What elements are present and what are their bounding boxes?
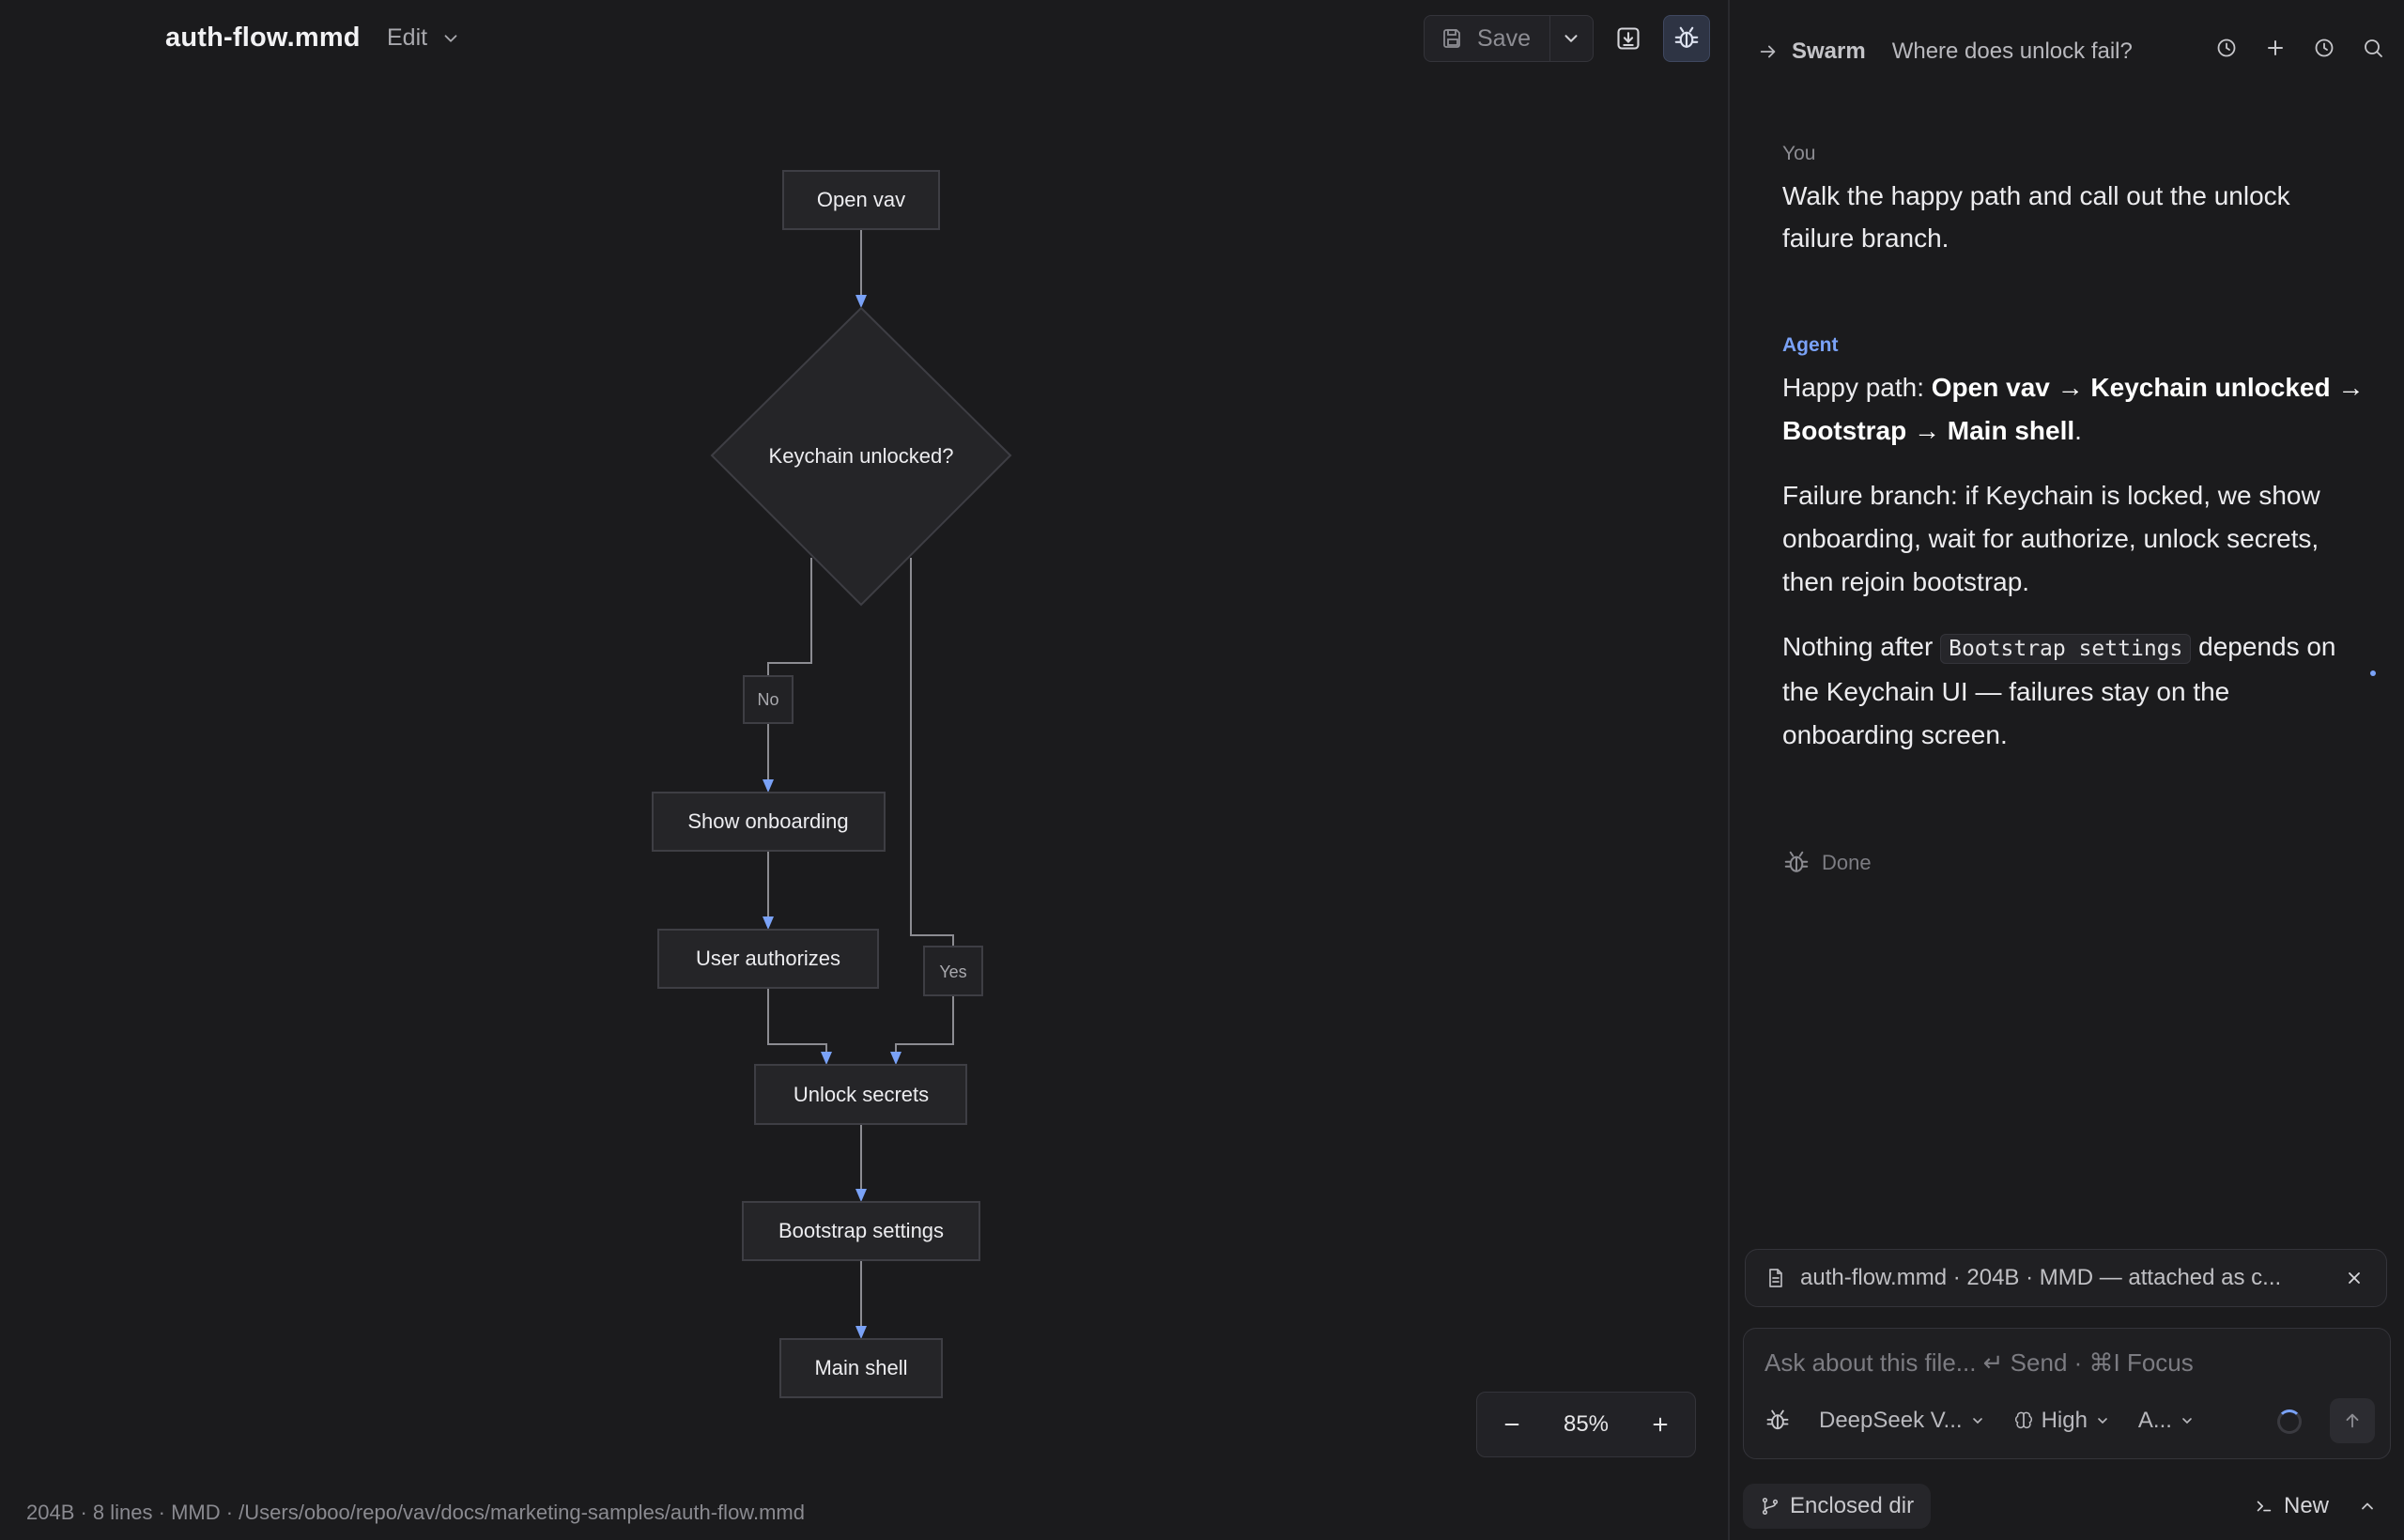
zoom-level: 85% <box>1563 1411 1610 1437</box>
loading-spinner-icon <box>2277 1409 2302 1434</box>
zoom-out-button[interactable] <box>1496 1409 1528 1440</box>
agent-text: . <box>2074 416 2082 445</box>
swarm-link[interactable]: Swarm <box>1758 38 1866 65</box>
composer: DeepSeek V... High A... <box>1743 1328 2391 1459</box>
node-open-vav-label: Open vav <box>817 188 905 211</box>
agent-paragraph-1: Happy path: Open vav → Keychain unlocked… <box>1782 366 2365 453</box>
chat-header-actions <box>2214 36 2385 60</box>
edge-label-yes: Yes <box>923 946 983 996</box>
user-message: Walk the happy path and call out the unl… <box>1782 181 2290 253</box>
file-icon <box>1769 1269 1782 1287</box>
node-user-authorizes[interactable]: User authorizes <box>657 929 879 989</box>
node-main-shell-label: Main shell <box>814 1356 907 1379</box>
history-button[interactable] <box>2214 36 2239 60</box>
chevron-down-icon <box>2098 1418 2107 1424</box>
status-bar: 204B · 8 lines · MMD · /Users/oboo/repo/… <box>26 1501 805 1524</box>
node-unlock-secrets-label: Unlock secrets <box>794 1083 929 1106</box>
minus-icon <box>1504 1423 1519 1426</box>
node-main-shell[interactable]: Main shell <box>779 1338 943 1398</box>
edge-open-to-keychain <box>855 229 867 308</box>
agent-paragraph-3: Nothing after Bootstrap settings depends… <box>1782 625 2365 757</box>
agent-role-label: Agent <box>1782 334 1839 356</box>
node-show-onboarding[interactable]: Show onboarding <box>652 792 886 852</box>
arrow-up-icon <box>2346 1413 2359 1428</box>
new-session-button[interactable]: New <box>2254 1493 2329 1519</box>
clock-icon <box>2315 38 2334 57</box>
clock-icon <box>2217 38 2236 57</box>
edge-bootstrap-to-main <box>855 1260 867 1339</box>
edge-unlock-to-bootstrap <box>855 1124 867 1202</box>
edge-label-no: No <box>743 675 794 724</box>
chat-header: Swarm Where does unlock fail? <box>1758 36 2385 68</box>
edge-authorizes-to-unlock <box>767 988 832 1065</box>
composer-toolbar: DeepSeek V... High A... <box>1764 1398 2375 1443</box>
collapse-button[interactable] <box>2355 1494 2380 1518</box>
chat-pane: Swarm Where does unlock fail? You Walk t… <box>1730 0 2404 1540</box>
bug-icon <box>1784 851 1809 872</box>
enclosed-dir-label: Enclosed dir <box>1790 1493 1915 1518</box>
agent-selector[interactable] <box>1764 1408 1791 1434</box>
effort-label: High <box>2041 1408 2088 1433</box>
mode-label: A... <box>2137 1408 2172 1433</box>
node-bootstrap-settings[interactable]: Bootstrap settings <box>742 1201 980 1261</box>
swarm-label: Swarm <box>1792 38 1866 64</box>
user-role-label: You <box>1782 143 1816 164</box>
attachment-chip[interactable]: auth-flow.mmd · 204B · MMD — attached as… <box>1745 1249 2387 1307</box>
enclosed-dir-button[interactable]: Enclosed dir <box>1743 1484 1932 1529</box>
node-unlock-secrets[interactable]: Unlock secrets <box>754 1064 967 1125</box>
effort-selector[interactable]: High <box>2013 1408 2110 1434</box>
agent-message: Happy path: Open vav → Keychain unlocked… <box>1782 366 2365 778</box>
terminal-icon <box>2257 1501 2272 1512</box>
chat-input[interactable] <box>1764 1344 2365 1381</box>
edge-onboarding-to-authorizes <box>763 851 774 930</box>
new-label: New <box>2283 1493 2329 1518</box>
agent-text: Nothing after <box>1782 632 1941 661</box>
editor-pane: auth-flow.mmd Edit Save No Yes Open vav … <box>0 0 1728 1540</box>
plus-icon <box>2268 40 2283 55</box>
node-open-vav[interactable]: Open vav <box>782 170 940 230</box>
remove-attachment-button[interactable] <box>2341 1265 2367 1291</box>
chat-title: Where does unlock fail? <box>1891 38 2133 64</box>
node-bootstrap-settings-label: Bootstrap settings <box>778 1219 944 1242</box>
zoom-in-button[interactable] <box>1644 1409 1676 1440</box>
zoom-control: 85% <box>1476 1392 1696 1457</box>
brain-icon <box>2014 1411 2032 1429</box>
search-icon <box>2365 39 2382 57</box>
close-icon <box>2349 1272 2360 1284</box>
recent-button[interactable] <box>2312 36 2336 60</box>
chevron-down-icon <box>1972 1418 1982 1424</box>
search-button[interactable] <box>2361 36 2385 60</box>
node-keychain-unlocked[interactable]: Keychain unlocked? <box>710 306 1012 607</box>
chevron-up-icon <box>2362 1502 2373 1510</box>
chat-footer: Enclosed dir New <box>1743 1484 2385 1529</box>
inline-code: Bootstrap settings <box>1940 634 2192 664</box>
edge-label-no-text: No <box>757 690 778 709</box>
arrow-right-icon <box>1760 45 1776 58</box>
agent-status: Done <box>1782 849 1872 877</box>
scroll-indicator <box>2370 670 2376 676</box>
node-show-onboarding-label: Show onboarding <box>687 809 848 833</box>
bug-icon <box>1766 1409 1789 1430</box>
done-label: Done <box>1822 851 1872 874</box>
plus-icon <box>1653 1417 1668 1432</box>
git-branch-icon <box>1762 1497 1779 1516</box>
node-keychain-label: Keychain unlocked? <box>769 444 954 468</box>
new-chat-button[interactable] <box>2263 36 2288 60</box>
attachment-label: auth-flow.mmd · 204B · MMD — attached as… <box>1800 1265 2282 1290</box>
send-button[interactable] <box>2330 1398 2375 1443</box>
agent-text: Happy path: <box>1782 373 1932 402</box>
flowchart-diagram: No Yes Open vav Keychain unlocked? Show … <box>652 170 1012 1398</box>
mode-selector[interactable]: A... <box>2138 1408 2195 1434</box>
chevron-down-icon <box>2182 1418 2192 1424</box>
edge-label-yes-text: Yes <box>939 962 966 981</box>
model-selector[interactable]: DeepSeek V... <box>1819 1408 1985 1434</box>
agent-paragraph-2: Failure branch: if Keychain is locked, w… <box>1782 481 2320 596</box>
node-user-authorizes-label: User authorizes <box>696 947 840 970</box>
model-label: DeepSeek V... <box>1819 1408 1963 1433</box>
